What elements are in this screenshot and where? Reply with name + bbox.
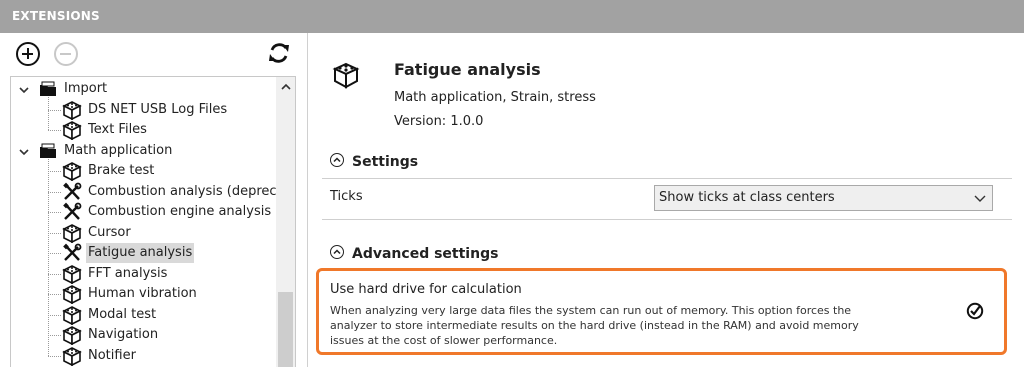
folder-icon xyxy=(38,79,58,99)
package-icon xyxy=(62,161,82,182)
settings-header-label: Settings xyxy=(352,154,419,170)
tree-item[interactable]: Text Files xyxy=(11,120,281,141)
tree-item[interactable]: Human vibration xyxy=(11,284,281,305)
settings-section-header[interactable]: Settings xyxy=(330,152,418,172)
extension-version: Version: 1.0.0 xyxy=(394,114,484,129)
tree-guide xyxy=(48,130,61,131)
advanced-header-label: Advanced settings xyxy=(352,246,499,262)
package-icon xyxy=(332,62,360,89)
tree-item[interactable]: Navigation xyxy=(11,325,281,346)
ticks-dropdown[interactable]: Show ticks at class centers xyxy=(654,185,993,211)
tree-item[interactable]: Modal test xyxy=(11,305,281,325)
hard-drive-option-title: Use hard drive for calculation xyxy=(330,282,522,297)
tree-item-label: Notifier xyxy=(88,347,136,363)
tools-icon xyxy=(62,202,82,222)
package-icon xyxy=(62,223,82,243)
tree-guide xyxy=(48,232,61,234)
extensions-tree: Import DS NET USB Log Files Text Files Math… xyxy=(10,76,296,367)
expand-chevron-icon[interactable] xyxy=(18,145,30,157)
package-icon xyxy=(62,346,82,366)
scroll-up-icon[interactable] xyxy=(281,82,291,92)
collapse-icon xyxy=(330,153,344,167)
tree-guide xyxy=(48,212,61,213)
tree-item-label: Math application xyxy=(64,142,173,158)
tree-guide xyxy=(48,253,61,254)
tree-guide xyxy=(48,335,61,336)
chevron-down-icon xyxy=(974,195,986,202)
check-icon[interactable] xyxy=(966,302,984,320)
remove-extension-button[interactable] xyxy=(54,42,78,66)
tree-item-label: Text Files xyxy=(88,122,147,137)
tree-item-label: Fatigue analysis xyxy=(86,243,195,263)
extension-title: Fatigue analysis xyxy=(394,60,541,79)
tree-item-label: Cursor xyxy=(88,224,131,240)
panel-title: EXTENSIONS xyxy=(0,0,1024,33)
tree-item-label: Import xyxy=(64,81,108,96)
hard-drive-option-description: When analyzing very large data files the… xyxy=(330,304,859,347)
tree-guide xyxy=(48,294,61,295)
divider xyxy=(322,219,1012,220)
tree-item[interactable]: Fatigue analysis xyxy=(11,243,281,263)
package-icon xyxy=(62,284,82,305)
add-extension-button[interactable] xyxy=(16,42,40,66)
tree-guide xyxy=(48,191,61,193)
tree-guide xyxy=(48,273,61,275)
extension-description: Math application, Strain, stress xyxy=(394,90,596,105)
advanced-section-header[interactable]: Advanced settings xyxy=(330,244,498,264)
tools-icon xyxy=(62,182,82,202)
tree-item[interactable]: Combustion engine analysis xyxy=(11,202,281,222)
divider xyxy=(322,178,1012,179)
tree-guide xyxy=(48,171,61,172)
tree-item[interactable]: FFT analysis xyxy=(11,264,281,284)
package-icon xyxy=(62,100,82,120)
tree-item[interactable]: DS NET USB Log Files xyxy=(11,100,281,120)
tree-item[interactable]: Combustion analysis (deprecat xyxy=(11,182,290,202)
ticks-dropdown-value: Show ticks at class centers xyxy=(659,190,835,205)
tree-item-label: Navigation xyxy=(88,327,159,342)
ticks-label: Ticks xyxy=(330,189,363,204)
tree-item-label: Brake test xyxy=(88,163,155,178)
tree-item[interactable]: Cursor xyxy=(11,223,281,243)
tree-item-label: FFT analysis xyxy=(88,265,168,281)
tree-item[interactable]: Import xyxy=(11,79,281,99)
scrollbar-thumb[interactable] xyxy=(278,292,293,367)
package-icon xyxy=(62,264,82,284)
package-icon xyxy=(62,120,82,141)
tree-guide xyxy=(48,97,49,130)
package-icon xyxy=(62,325,82,346)
tree-guide xyxy=(48,158,49,356)
tree-guide xyxy=(48,109,61,111)
tree-item[interactable]: Notifier xyxy=(11,346,281,366)
tree-item[interactable]: Brake test xyxy=(11,161,281,182)
collapse-icon xyxy=(330,245,344,259)
tools-icon xyxy=(62,243,82,263)
folder-icon xyxy=(38,141,58,161)
tree-guide xyxy=(48,314,61,316)
tree-item-label: Combustion analysis (deprecat xyxy=(88,183,290,199)
tree-guide xyxy=(48,355,61,357)
expand-chevron-icon[interactable] xyxy=(18,83,30,95)
tree-item[interactable]: Math application xyxy=(11,141,281,161)
package-icon xyxy=(62,305,82,325)
tree-item-label: DS NET USB Log Files xyxy=(88,101,228,117)
refresh-icon[interactable] xyxy=(266,40,292,66)
tree-item-label: Modal test xyxy=(88,306,157,322)
tree-item-label: Combustion engine analysis xyxy=(88,204,272,219)
tree-item-label: Human vibration xyxy=(88,286,197,301)
